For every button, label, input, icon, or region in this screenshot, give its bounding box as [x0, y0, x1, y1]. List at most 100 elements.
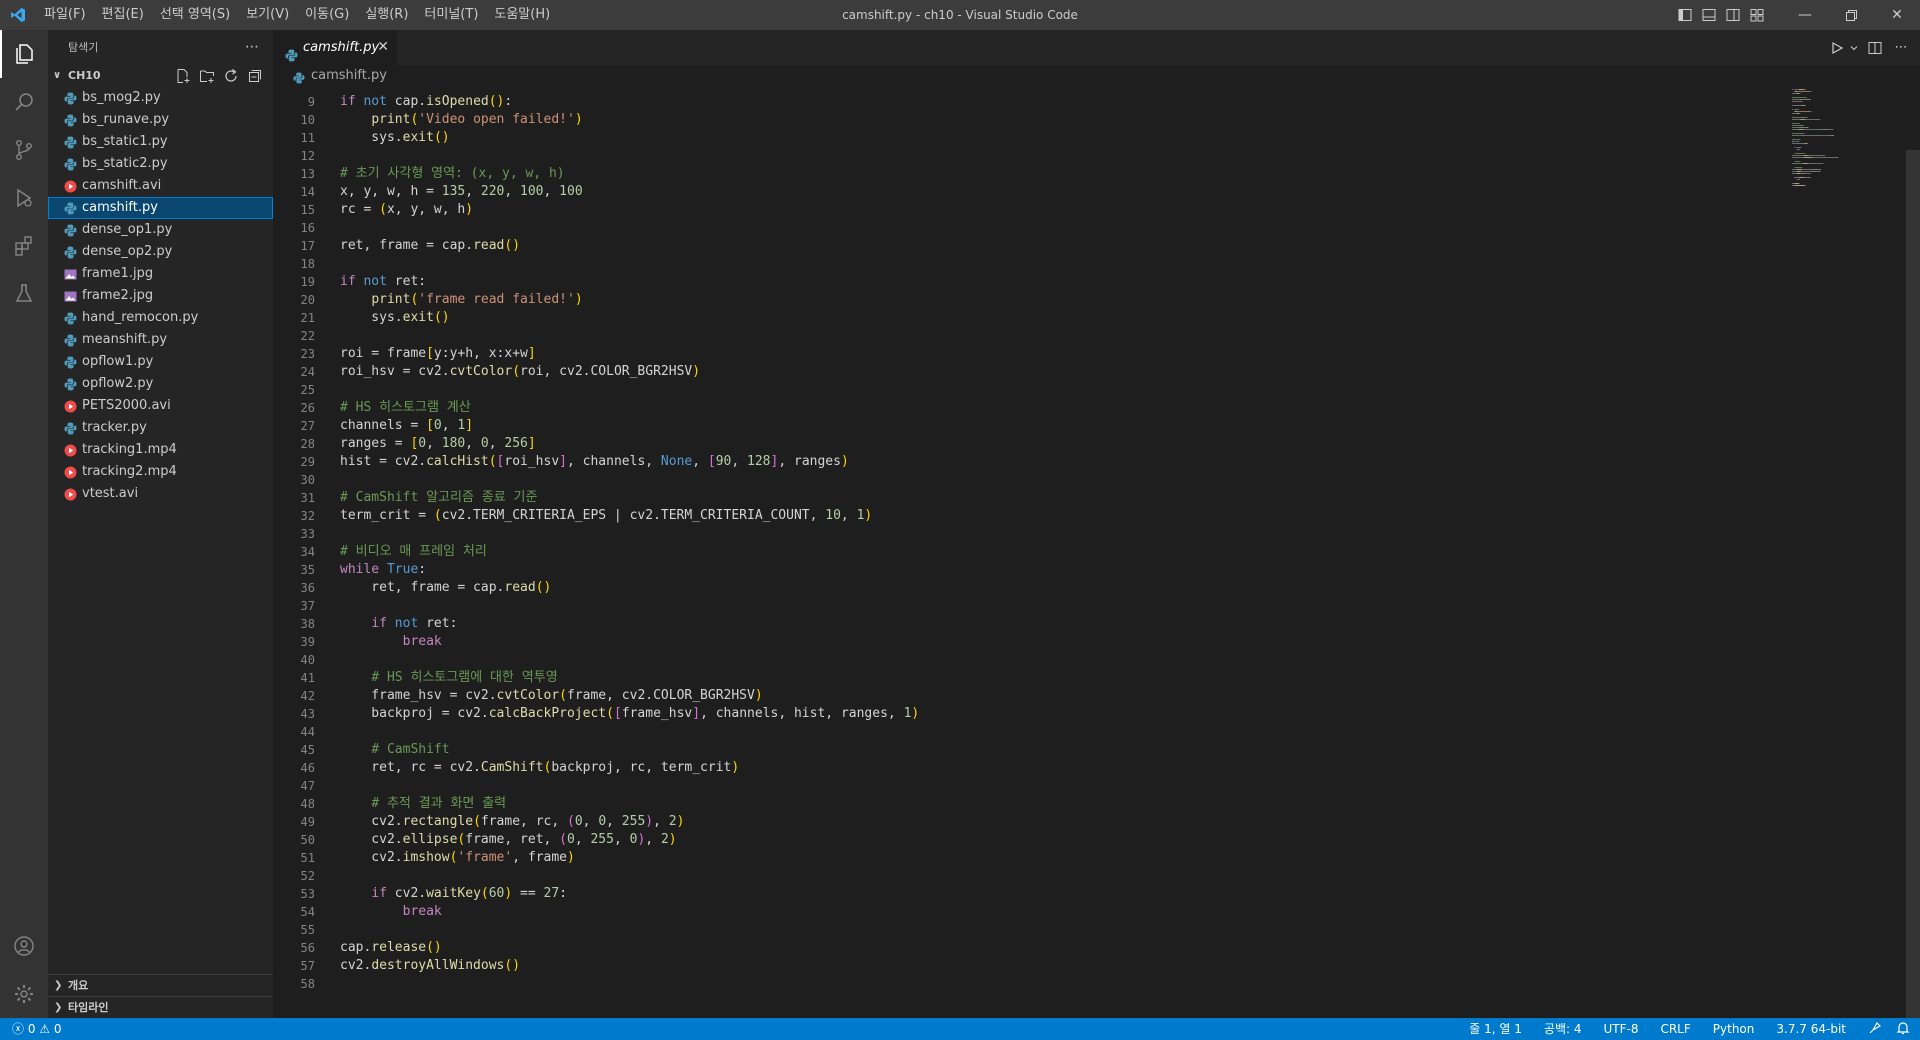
- indentation[interactable]: 공백: 4: [1544, 1018, 1582, 1040]
- code-line[interactable]: # HS 히스토그램 계산: [340, 399, 919, 417]
- code-line[interactable]: ​: [340, 525, 919, 543]
- toggle-primary-sidebar-icon[interactable]: [1674, 0, 1696, 30]
- split-editor-icon[interactable]: [1864, 37, 1886, 59]
- code-line[interactable]: roi = frame[y:y+h, x:x+w]: [340, 345, 919, 363]
- file-item[interactable]: vtest.avi: [48, 483, 273, 505]
- code-line[interactable]: ​: [340, 777, 919, 795]
- search-icon[interactable]: [0, 78, 48, 126]
- code-line[interactable]: x, y, w, h = 135, 220, 100, 100: [340, 183, 919, 201]
- code-line[interactable]: cap.release(): [340, 939, 919, 957]
- notifications-bell-icon[interactable]: [1896, 1018, 1910, 1040]
- code-line[interactable]: ​: [340, 921, 919, 939]
- testing-flask-icon[interactable]: [0, 270, 48, 318]
- toggle-panel-icon[interactable]: [1698, 0, 1720, 30]
- file-item[interactable]: bs_mog2.py: [48, 87, 273, 109]
- more-actions-icon[interactable]: ⋯: [245, 30, 259, 65]
- code-line[interactable]: ​: [340, 975, 919, 993]
- file-item[interactable]: opflow2.py: [48, 373, 273, 395]
- settings-gear-icon[interactable]: [0, 970, 48, 1018]
- code-line[interactable]: break: [340, 633, 919, 651]
- menu-edit[interactable]: 편집(E): [94, 0, 152, 30]
- close-window-icon[interactable]: ✕: [1874, 0, 1920, 30]
- source-control-icon[interactable]: [0, 126, 48, 174]
- file-item[interactable]: bs_static1.py: [48, 131, 273, 153]
- vertical-scrollbar[interactable]: [1906, 150, 1920, 1018]
- file-item[interactable]: frame1.jpg: [48, 263, 273, 285]
- code-line[interactable]: term_crit = (cv2.TERM_CRITERIA_EPS | cv2…: [340, 507, 919, 525]
- extensions-icon[interactable]: [0, 222, 48, 270]
- code-line[interactable]: ​: [340, 327, 919, 345]
- code-line[interactable]: backproj = cv2.calcBackProject([frame_hs…: [340, 705, 919, 723]
- explorer-icon[interactable]: [0, 30, 48, 78]
- code-line[interactable]: ​: [340, 867, 919, 885]
- file-item[interactable]: opflow1.py: [48, 351, 273, 373]
- code-line[interactable]: ​: [340, 471, 919, 489]
- code-line[interactable]: # 비디오 매 프레임 처리: [340, 543, 919, 561]
- folder-header[interactable]: ∨ CH10: [48, 65, 273, 87]
- tab-camshift-py[interactable]: camshift.py ✕: [273, 30, 397, 65]
- code-line[interactable]: if not cap.isOpened():: [340, 93, 919, 111]
- code-line[interactable]: # CamShift 알고리즘 종료 기준: [340, 489, 919, 507]
- code-line[interactable]: ​: [340, 597, 919, 615]
- python-interpreter[interactable]: 3.7.7 64-bit: [1776, 1018, 1846, 1040]
- file-item[interactable]: camshift.py: [48, 197, 273, 219]
- code-line[interactable]: ​: [340, 147, 919, 165]
- new-file-icon[interactable]: [171, 65, 195, 87]
- code-line[interactable]: if cv2.waitKey(60) == 27:: [340, 885, 919, 903]
- code-line[interactable]: hist = cv2.calcHist([roi_hsv], channels,…: [340, 453, 919, 471]
- code-line[interactable]: ​: [340, 255, 919, 273]
- code-line[interactable]: sys.exit(): [340, 309, 919, 327]
- file-item[interactable]: tracker.py: [48, 417, 273, 439]
- file-item[interactable]: hand_remocon.py: [48, 307, 273, 329]
- language-mode[interactable]: Python: [1713, 1018, 1755, 1040]
- file-item[interactable]: bs_static2.py: [48, 153, 273, 175]
- code-line[interactable]: rc = (x, y, w, h): [340, 201, 919, 219]
- code-line[interactable]: ranges = [0, 180, 0, 256]: [340, 435, 919, 453]
- cursor-position[interactable]: 줄 1, 열 1: [1469, 1018, 1522, 1040]
- outline-section[interactable]: ❯ 개요: [48, 974, 273, 997]
- file-item[interactable]: dense_op2.py: [48, 241, 273, 263]
- file-item[interactable]: bs_runave.py: [48, 109, 273, 131]
- menu-file[interactable]: 파일(F): [36, 0, 94, 30]
- code-line[interactable]: ret, frame = cap.read(): [340, 237, 919, 255]
- code-line[interactable]: ​: [340, 723, 919, 741]
- code-line[interactable]: # 추적 결과 화면 출력: [340, 795, 919, 813]
- file-item[interactable]: dense_op1.py: [48, 219, 273, 241]
- code-line[interactable]: if not ret:: [340, 615, 919, 633]
- file-item[interactable]: camshift.avi: [48, 175, 273, 197]
- code-line[interactable]: ret, frame = cap.read(): [340, 579, 919, 597]
- code-line[interactable]: # HS 히스토그램에 대한 역투영: [340, 669, 919, 687]
- code-line[interactable]: cv2.rectangle(frame, rc, (0, 0, 255), 2): [340, 813, 919, 831]
- code-line[interactable]: ​: [340, 381, 919, 399]
- editor-more-actions-icon[interactable]: ⋯: [1890, 37, 1912, 59]
- menu-run[interactable]: 실행(R): [357, 0, 416, 30]
- code-line[interactable]: sys.exit(): [340, 129, 919, 147]
- code-line[interactable]: # 초기 사각형 영역: (x, y, w, h): [340, 165, 919, 183]
- code-line[interactable]: ​: [340, 219, 919, 237]
- problems-indicator[interactable]: ⓧ 0 ⚠ 0: [12, 1018, 61, 1040]
- run-dropdown-chevron-icon[interactable]: [1848, 37, 1860, 59]
- customize-layout-icon[interactable]: [1746, 0, 1768, 30]
- file-item[interactable]: PETS2000.avi: [48, 395, 273, 417]
- code-line[interactable]: cv2.imshow('frame', frame): [340, 849, 919, 867]
- breadcrumb-file[interactable]: camshift.py: [311, 65, 387, 87]
- file-item[interactable]: meanshift.py: [48, 329, 273, 351]
- restore-icon[interactable]: [1828, 0, 1874, 30]
- collapse-all-icon[interactable]: [243, 65, 267, 87]
- menu-go[interactable]: 이동(G): [297, 0, 357, 30]
- code-line[interactable]: # CamShift: [340, 741, 919, 759]
- minimap[interactable]: [1790, 87, 1910, 207]
- file-item[interactable]: tracking1.mp4: [48, 439, 273, 461]
- code-line[interactable]: ​: [340, 651, 919, 669]
- close-tab-icon[interactable]: ✕: [377, 30, 389, 65]
- code-line[interactable]: break: [340, 903, 919, 921]
- code-editor[interactable]: 9 10 11 12 13 14 15 16 17 18 19 20 21 22 23 24 25 26 27 28 2…: [273, 93, 1783, 1005]
- run-debug-icon[interactable]: [0, 174, 48, 222]
- menu-selection[interactable]: 선택 영역(S): [152, 0, 238, 30]
- code-line[interactable]: if not ret:: [340, 273, 919, 291]
- menu-view[interactable]: 보기(V): [238, 0, 297, 30]
- code-content[interactable]: if not cap.isOpened(): print('Video open…: [340, 93, 919, 993]
- code-line[interactable]: print('Video open failed!'): [340, 111, 919, 129]
- timeline-section[interactable]: ❯ 타임라인: [48, 996, 273, 1019]
- code-line[interactable]: cv2.destroyAllWindows(): [340, 957, 919, 975]
